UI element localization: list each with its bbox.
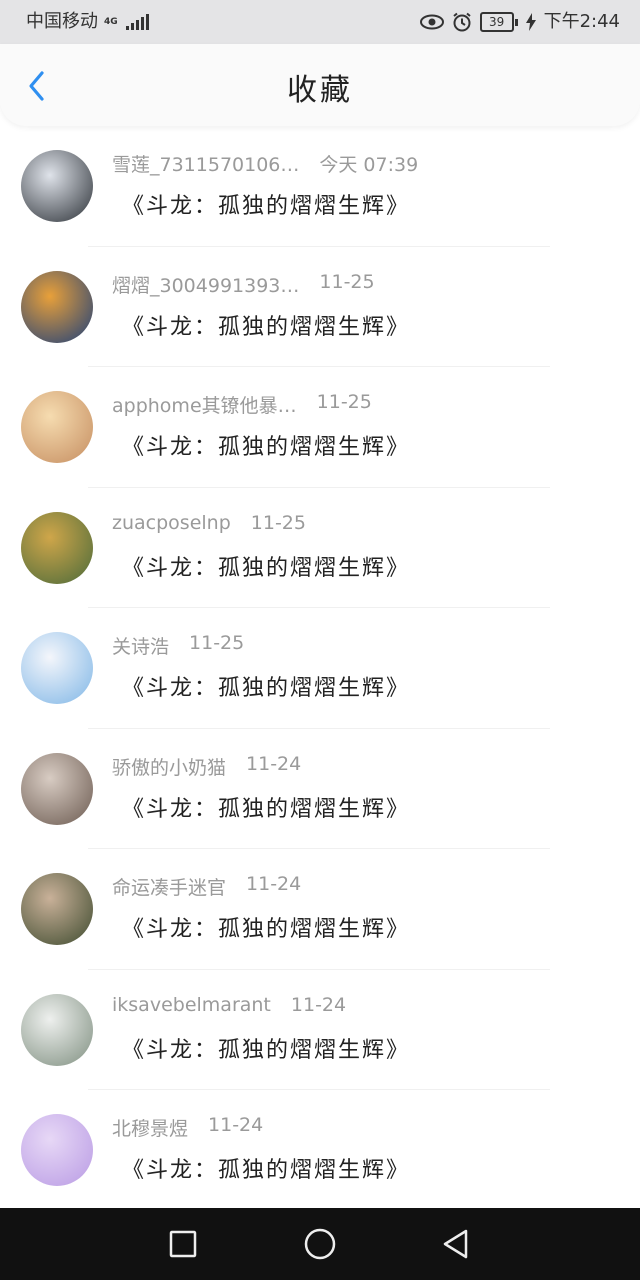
item-meta: apphome其镣他暴… 11-25 <box>112 391 372 418</box>
user-name[interactable]: 雪莲_7311570106… <box>112 150 299 177</box>
favorite-item[interactable]: 熠熠_3004991393… 11-25 《斗龙：孤独的熠熠生辉》 <box>0 247 640 367</box>
user-name[interactable]: 北穆景煜 <box>112 1114 188 1141</box>
item-meta: 骄傲的小奶猫 11-24 <box>112 753 301 780</box>
user-avatar[interactable] <box>21 1114 93 1186</box>
navigation-bar <box>0 1208 640 1280</box>
favorite-date: 11-24 <box>208 1114 264 1136</box>
book-title[interactable]: 《斗龙：孤独的熠熠生辉》 <box>122 670 410 702</box>
user-name[interactable]: 命运凑手迷官 <box>112 873 226 900</box>
favorite-item[interactable]: 骄傲的小奶猫 11-24 《斗龙：孤独的熠熠生辉》 <box>0 729 640 849</box>
user-avatar[interactable] <box>21 391 93 463</box>
favorite-date: 11-25 <box>319 270 375 293</box>
back-nav-button[interactable] <box>438 1226 474 1262</box>
favorite-item[interactable]: apphome其镣他暴… 11-25 《斗龙：孤独的熠熠生辉》 <box>0 367 640 488</box>
recent-apps-button[interactable] <box>165 1226 201 1262</box>
book-title[interactable]: 《斗龙：孤独的熠熠生辉》 <box>122 429 410 461</box>
favorite-item[interactable]: 雪莲_7311570106… 今天 07:39 《斗龙：孤独的熠熠生辉》 <box>0 126 640 247</box>
book-title[interactable]: 《斗龙：孤独的熠熠生辉》 <box>122 1032 410 1064</box>
item-meta: 关诗浩 11-25 <box>112 632 244 659</box>
user-name[interactable]: 熠熠_3004991393… <box>112 271 299 298</box>
book-title[interactable]: 《斗龙：孤独的熠熠生辉》 <box>122 791 410 823</box>
back-button[interactable] <box>18 66 54 106</box>
user-avatar[interactable] <box>21 150 93 222</box>
user-avatar[interactable] <box>21 270 93 343</box>
user-name[interactable]: 关诗浩 <box>112 632 169 659</box>
header-bar: 收藏 <box>0 44 640 126</box>
book-title[interactable]: 《斗龙：孤独的熠熠生辉》 <box>122 911 410 943</box>
favorite-date: 11-24 <box>246 873 302 895</box>
favorite-item[interactable]: 北穆景煜 11-24 《斗龙：孤独的熠熠生辉》 <box>0 1090 640 1211</box>
book-title[interactable]: 《斗龙：孤独的熠熠生辉》 <box>122 188 410 220</box>
user-name[interactable]: zuacposelnp <box>112 512 231 534</box>
user-name[interactable]: iksavebelmarant <box>112 994 271 1016</box>
book-title[interactable]: 《斗龙：孤独的熠熠生辉》 <box>122 309 410 341</box>
favorite-date: 11-25 <box>189 632 245 654</box>
circle-icon <box>304 1228 336 1260</box>
favorite-date: 11-24 <box>290 993 347 1016</box>
user-avatar[interactable] <box>21 993 93 1066</box>
user-avatar[interactable] <box>21 632 93 704</box>
square-icon <box>169 1230 197 1258</box>
item-meta: 熠熠_3004991393… 11-25 <box>112 271 375 298</box>
favorite-date: 11-25 <box>250 511 306 534</box>
item-meta: 北穆景煜 11-24 <box>112 1114 263 1141</box>
item-meta: zuacposelnp 11-25 <box>112 512 306 534</box>
user-name[interactable]: apphome其镣他暴… <box>112 391 297 418</box>
favorite-date: 11-24 <box>246 752 302 775</box>
user-avatar[interactable] <box>21 873 93 945</box>
user-name[interactable]: 骄傲的小奶猫 <box>112 753 226 780</box>
chevron-left-icon <box>29 71 44 101</box>
item-meta: iksavebelmarant 11-24 <box>112 994 346 1016</box>
user-avatar[interactable] <box>21 511 93 584</box>
favorites-list: 雪莲_7311570106… 今天 07:39 《斗龙：孤独的熠熠生辉》 熠熠_300… <box>0 126 640 1211</box>
favorite-date: 今天 07:39 <box>319 154 419 176</box>
triangle-back-icon <box>443 1229 468 1259</box>
favorite-item[interactable]: 关诗浩 11-25 《斗龙：孤独的熠熠生辉》 <box>0 608 640 729</box>
user-avatar[interactable] <box>21 752 93 825</box>
favorite-item[interactable]: iksavebelmarant 11-24 《斗龙：孤独的熠熠生辉》 <box>0 970 640 1090</box>
favorite-item[interactable]: 命运凑手迷官 11-24 《斗龙：孤独的熠熠生辉》 <box>0 849 640 970</box>
favorite-date: 11-25 <box>316 391 372 413</box>
book-title[interactable]: 《斗龙：孤独的熠熠生辉》 <box>122 550 410 582</box>
favorite-item[interactable]: zuacposelnp 11-25 《斗龙：孤独的熠熠生辉》 <box>0 488 640 608</box>
item-meta: 雪莲_7311570106… 今天 07:39 <box>112 150 418 177</box>
home-button[interactable] <box>302 1226 338 1262</box>
book-title[interactable]: 《斗龙：孤独的熠熠生辉》 <box>122 1152 410 1184</box>
item-meta: 命运凑手迷官 11-24 <box>112 873 301 900</box>
